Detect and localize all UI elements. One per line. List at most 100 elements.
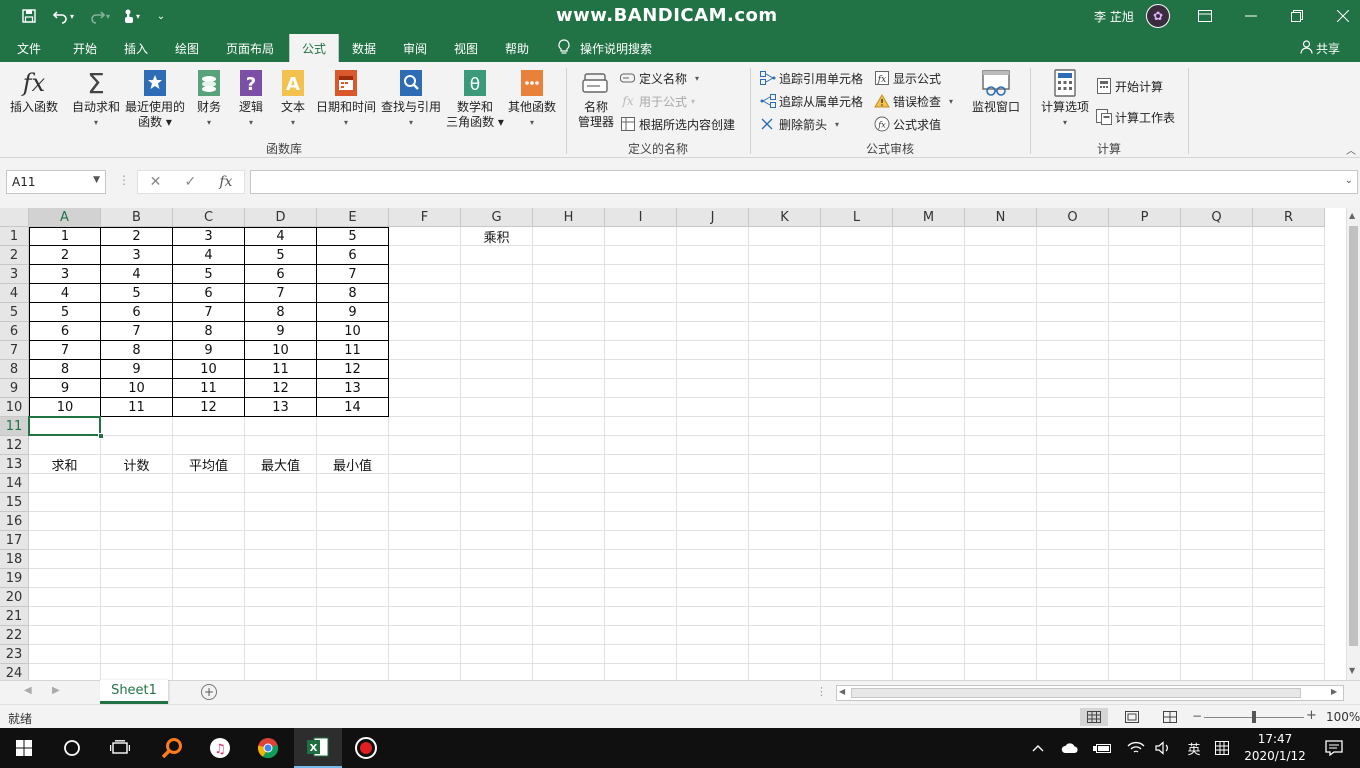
cell-g2[interactable]	[461, 246, 533, 265]
cell-j18[interactable]	[677, 550, 749, 569]
cell-h20[interactable]	[533, 588, 605, 607]
logical-button[interactable]: ? 逻辑 ▾	[232, 62, 270, 130]
cell-c23[interactable]	[173, 645, 245, 664]
search-app-icon[interactable]	[148, 728, 196, 768]
cell-h17[interactable]	[533, 531, 605, 550]
row-header-16[interactable]: 16	[0, 512, 29, 531]
cell-k16[interactable]	[749, 512, 821, 531]
cell-r7[interactable]	[1253, 341, 1325, 360]
cell-k2[interactable]	[749, 246, 821, 265]
zoom-in-icon[interactable]: +	[1306, 708, 1317, 723]
autosum-button[interactable]: Σ 自动求和 ▾	[68, 62, 124, 130]
search-icon[interactable]	[48, 728, 96, 768]
horizontal-scroll-thumb[interactable]	[851, 688, 1301, 698]
cell-e4[interactable]: 8	[317, 284, 389, 303]
cell-b10[interactable]: 11	[101, 398, 173, 417]
cell-m14[interactable]	[893, 474, 965, 493]
cell-j8[interactable]	[677, 360, 749, 379]
cell-a24[interactable]	[29, 664, 101, 680]
cell-k6[interactable]	[749, 322, 821, 341]
cell-l17[interactable]	[821, 531, 893, 550]
cell-g10[interactable]	[461, 398, 533, 417]
cell-l8[interactable]	[821, 360, 893, 379]
cell-o24[interactable]	[1037, 664, 1109, 680]
zoom-out-icon[interactable]: −	[1192, 709, 1202, 723]
cell-m21[interactable]	[893, 607, 965, 626]
cell-d12[interactable]	[245, 436, 317, 455]
cell-p12[interactable]	[1109, 436, 1181, 455]
cell-a13[interactable]: 求和	[29, 455, 101, 474]
cell-h4[interactable]	[533, 284, 605, 303]
cell-j17[interactable]	[677, 531, 749, 550]
cell-q1[interactable]	[1181, 227, 1253, 246]
cell-e5[interactable]: 9	[317, 303, 389, 322]
cell-f15[interactable]	[389, 493, 461, 512]
cell-l6[interactable]	[821, 322, 893, 341]
cell-f24[interactable]	[389, 664, 461, 680]
cell-q7[interactable]	[1181, 341, 1253, 360]
cell-k17[interactable]	[749, 531, 821, 550]
cell-c5[interactable]: 7	[173, 303, 245, 322]
column-header-c[interactable]: C	[173, 208, 245, 227]
cell-r19[interactable]	[1253, 569, 1325, 588]
ime-mode-icon[interactable]	[1210, 728, 1234, 768]
cell-g21[interactable]	[461, 607, 533, 626]
cell-e22[interactable]	[317, 626, 389, 645]
cell-f14[interactable]	[389, 474, 461, 493]
cell-p8[interactable]	[1109, 360, 1181, 379]
fill-handle[interactable]	[98, 433, 104, 439]
cell-c4[interactable]: 6	[173, 284, 245, 303]
cell-g3[interactable]	[461, 265, 533, 284]
cell-e18[interactable]	[317, 550, 389, 569]
calculation-options-button[interactable]: 计算选项 ▾	[1036, 62, 1094, 130]
cell-a3[interactable]: 3	[29, 265, 101, 284]
cell-h2[interactable]	[533, 246, 605, 265]
cell-m12[interactable]	[893, 436, 965, 455]
system-clock[interactable]: 17:47 2020/1/12	[1244, 731, 1306, 765]
cell-n21[interactable]	[965, 607, 1037, 626]
column-header-p[interactable]: P	[1109, 208, 1181, 227]
cell-i21[interactable]	[605, 607, 677, 626]
text-button[interactable]: A 文本 ▾	[274, 62, 312, 130]
cell-f16[interactable]	[389, 512, 461, 531]
task-view-icon[interactable]	[96, 728, 144, 768]
show-formulas-button[interactable]: fx 显示公式	[874, 68, 941, 88]
prev-sheet-icon[interactable]: ◀	[24, 685, 32, 696]
cell-n5[interactable]	[965, 303, 1037, 322]
cell-m9[interactable]	[893, 379, 965, 398]
cell-k19[interactable]	[749, 569, 821, 588]
cell-p17[interactable]	[1109, 531, 1181, 550]
cell-g1[interactable]: 乘积	[461, 227, 533, 246]
cell-p19[interactable]	[1109, 569, 1181, 588]
cell-b3[interactable]: 4	[101, 265, 173, 284]
cell-c6[interactable]: 8	[173, 322, 245, 341]
cell-a23[interactable]	[29, 645, 101, 664]
cell-q24[interactable]	[1181, 664, 1253, 680]
cell-d21[interactable]	[245, 607, 317, 626]
cell-k1[interactable]	[749, 227, 821, 246]
minimize-icon[interactable]	[1228, 0, 1274, 32]
cell-f21[interactable]	[389, 607, 461, 626]
cell-f22[interactable]	[389, 626, 461, 645]
customize-toolbar-icon[interactable]: ⌄	[152, 6, 170, 26]
cell-a1[interactable]: 1	[29, 227, 101, 246]
cell-i1[interactable]	[605, 227, 677, 246]
column-header-e[interactable]: E	[317, 208, 389, 227]
cell-b14[interactable]	[101, 474, 173, 493]
cell-j7[interactable]	[677, 341, 749, 360]
cell-m19[interactable]	[893, 569, 965, 588]
cell-f7[interactable]	[389, 341, 461, 360]
cell-p6[interactable]	[1109, 322, 1181, 341]
cell-h13[interactable]	[533, 455, 605, 474]
cell-n12[interactable]	[965, 436, 1037, 455]
cell-h9[interactable]	[533, 379, 605, 398]
cell-f4[interactable]	[389, 284, 461, 303]
row-header-18[interactable]: 18	[0, 550, 29, 569]
cell-r16[interactable]	[1253, 512, 1325, 531]
cell-l24[interactable]	[821, 664, 893, 680]
cell-g6[interactable]	[461, 322, 533, 341]
cell-q8[interactable]	[1181, 360, 1253, 379]
cell-i16[interactable]	[605, 512, 677, 531]
cell-m7[interactable]	[893, 341, 965, 360]
itunes-icon[interactable]: ♫	[196, 728, 244, 768]
